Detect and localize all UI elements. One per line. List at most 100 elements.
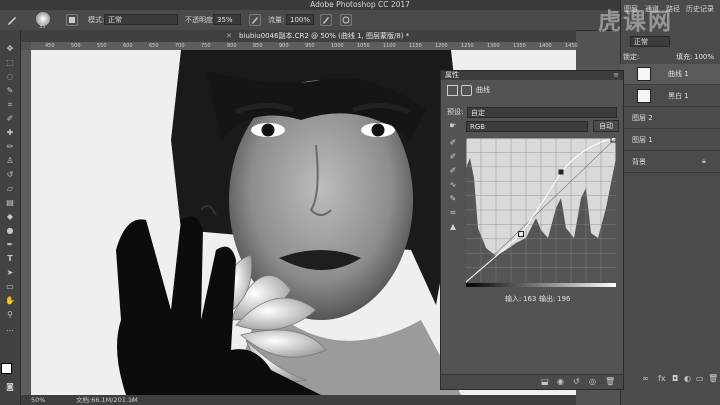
close-tab-icon[interactable]: ✕ bbox=[226, 30, 232, 42]
preset-label: 预设: bbox=[447, 108, 464, 116]
eraser-tool-icon[interactable]: ▱ bbox=[4, 184, 16, 194]
brush-tool-icon[interactable] bbox=[6, 14, 18, 26]
layer-row[interactable]: 黑白 1 bbox=[620, 86, 720, 107]
curve-edit-points-icon[interactable]: ∿ bbox=[447, 179, 459, 191]
pressure-size-icon[interactable] bbox=[340, 14, 352, 26]
document-info: 文档:66.1M/201.1M bbox=[76, 396, 138, 404]
stamp-tool-icon[interactable]: ♙ bbox=[4, 156, 16, 166]
layer-row[interactable]: 图层 2 bbox=[620, 108, 720, 129]
tools-panel: ✥ ⬚ ◌ ✎ ⌗ ✐ ✚ ✏ ♙ ↺ ▱ ▤ ◆ ● ✒ T ➤ ▭ ✋ ⚲ … bbox=[0, 30, 21, 405]
ruler-tick-label: 1300 bbox=[487, 43, 500, 49]
zoom-readout[interactable]: 50% bbox=[31, 395, 45, 405]
opacity-label: 不透明度: bbox=[185, 16, 216, 24]
preset-select[interactable]: 自定 bbox=[467, 107, 617, 118]
vertical-ruler bbox=[21, 50, 30, 395]
auto-button[interactable]: 自动 bbox=[593, 120, 619, 132]
clip-to-layer-icon[interactable]: ⬓ bbox=[541, 376, 549, 388]
dodge-tool-icon[interactable]: ● bbox=[4, 226, 16, 236]
fill-value[interactable]: 100% bbox=[694, 52, 714, 62]
layer-mask-thumbnail bbox=[637, 89, 651, 103]
add-mask-icon[interactable]: ◘ bbox=[672, 374, 678, 383]
layer-style-icon[interactable]: fx bbox=[658, 374, 666, 383]
ruler-tick-label: 1450 bbox=[565, 43, 578, 49]
ruler-tick-label: 700 bbox=[175, 43, 185, 49]
brush-tool-icon[interactable]: ✏ bbox=[4, 142, 16, 152]
layer-name: 图层 2 bbox=[632, 114, 653, 122]
delete-adjustment-icon[interactable]: 🗑︎ bbox=[605, 376, 615, 388]
new-group-icon[interactable]: ▭ bbox=[696, 374, 704, 383]
crop-tool-icon[interactable]: ⌗ bbox=[4, 100, 16, 110]
curve-draw-pencil-icon[interactable]: ✎ bbox=[447, 193, 459, 205]
mask-icon[interactable] bbox=[461, 85, 472, 96]
ruler-tick-label: 600 bbox=[123, 43, 133, 49]
type-tool-icon[interactable]: T bbox=[4, 254, 16, 264]
layer-mask-thumbnail bbox=[637, 67, 651, 81]
lock-label: 锁定: bbox=[623, 53, 640, 61]
input-label: 输入: bbox=[505, 295, 522, 303]
foreground-color-swatch[interactable] bbox=[1, 363, 12, 374]
status-arrow-icon[interactable]: › bbox=[131, 395, 134, 405]
status-bar: 50% 文档:66.1M/201.1M › bbox=[21, 395, 576, 405]
properties-panel: 属性 ≡ 曲线 预设: 自定 ☛ RGB 自动 ✐ ✐ ✐ ∿ ✎ ≈ ▲ 输入… bbox=[440, 70, 624, 390]
ruler-tick-label: 1250 bbox=[461, 43, 474, 49]
blend-mode-select[interactable]: 正常 bbox=[630, 36, 670, 47]
properties-footer: ⬓ ◉ ↺ ◎ 🗑︎ bbox=[441, 374, 623, 389]
gradient-tool-icon[interactable]: ▤ bbox=[4, 198, 16, 208]
blur-tool-icon[interactable]: ◆ bbox=[4, 212, 16, 222]
ruler-tick-label: 1150 bbox=[409, 43, 422, 49]
output-value[interactable]: 196 bbox=[557, 294, 570, 304]
view-previous-icon[interactable]: ◉ bbox=[557, 376, 564, 388]
pressure-opacity-icon[interactable] bbox=[249, 14, 261, 26]
link-layers-icon[interactable]: ∞ bbox=[642, 374, 649, 383]
layers-footer: ∞ fx ◘ ◐ ▭ 🗑︎ bbox=[620, 374, 720, 388]
move-tool-icon[interactable]: ✥ bbox=[4, 44, 16, 54]
input-value[interactable]: 163 bbox=[523, 294, 536, 304]
smooth-curve-icon[interactable]: ≈ bbox=[447, 207, 459, 219]
properties-header[interactable]: 属性 ≡ bbox=[441, 71, 623, 80]
mode-select[interactable]: 正常 bbox=[104, 14, 178, 25]
layer-name: 背景 bbox=[632, 158, 646, 166]
quick-select-tool-icon[interactable]: ✎ bbox=[4, 86, 16, 96]
on-image-adjust-icon[interactable]: ☛ bbox=[447, 120, 459, 132]
ruler-tick-label: 550 bbox=[97, 43, 107, 49]
flow-input[interactable]: 100% bbox=[286, 14, 314, 25]
layer-row[interactable]: 曲线 1 bbox=[620, 64, 720, 85]
lasso-tool-icon[interactable]: ◌ bbox=[4, 72, 16, 82]
layer-row[interactable]: 图层 1 bbox=[620, 130, 720, 151]
history-brush-tool-icon[interactable]: ↺ bbox=[4, 170, 16, 180]
healing-tool-icon[interactable]: ✚ bbox=[4, 128, 16, 138]
black-point-eyedropper-icon[interactable]: ✐ bbox=[447, 137, 459, 149]
layer-row[interactable]: 背景 🔒︎ bbox=[620, 152, 720, 173]
ruler-tick-label: 1100 bbox=[383, 43, 396, 49]
adjustment-name: 曲线 bbox=[476, 86, 490, 94]
airbrush-icon[interactable] bbox=[320, 14, 332, 26]
panel-menu-icon[interactable]: ≡ bbox=[613, 71, 619, 80]
delete-layer-icon[interactable]: 🗑︎ bbox=[708, 374, 718, 383]
path-select-tool-icon[interactable]: ➤ bbox=[4, 268, 16, 278]
pen-tool-icon[interactable]: ✒ bbox=[4, 240, 16, 250]
gray-point-eyedropper-icon[interactable]: ✐ bbox=[447, 151, 459, 163]
marquee-tool-icon[interactable]: ⬚ bbox=[4, 58, 16, 68]
channel-select[interactable]: RGB bbox=[466, 121, 588, 132]
layer-name: 曲线 1 bbox=[668, 70, 689, 78]
white-point-eyedropper-icon[interactable]: ✐ bbox=[447, 165, 459, 177]
hand-tool-icon[interactable]: ✋ bbox=[4, 296, 16, 306]
eyedropper-tool-icon[interactable]: ✐ bbox=[4, 114, 16, 124]
tab-history[interactable]: 历史记录 bbox=[686, 4, 714, 14]
document-tab[interactable]: biubiu0046副本.CR2 @ 50% (曲线 1, 图层蒙版/8) * bbox=[239, 30, 409, 42]
opacity-input[interactable]: 35% bbox=[213, 14, 241, 25]
curves-graph[interactable] bbox=[466, 138, 616, 288]
zoom-tool-icon[interactable]: ⚲ bbox=[4, 310, 16, 320]
shape-tool-icon[interactable]: ▭ bbox=[4, 282, 16, 292]
reset-icon[interactable]: ↺ bbox=[573, 376, 580, 388]
ruler-tick-label: 750 bbox=[201, 43, 211, 49]
more-tools-icon[interactable]: … bbox=[4, 324, 16, 334]
brush-panel-icon[interactable] bbox=[66, 14, 78, 26]
quick-mask-icon[interactable]: ◙ bbox=[4, 382, 16, 392]
adjustment-layer-icon[interactable]: ◐ bbox=[684, 374, 691, 383]
layer-name: 黑白 1 bbox=[668, 92, 689, 100]
ruler-tick-label: 1000 bbox=[331, 43, 344, 49]
clipping-warning-icon[interactable]: ▲ bbox=[447, 221, 459, 233]
output-label: 输出: bbox=[539, 295, 556, 303]
visibility-icon[interactable]: ◎ bbox=[589, 376, 596, 388]
